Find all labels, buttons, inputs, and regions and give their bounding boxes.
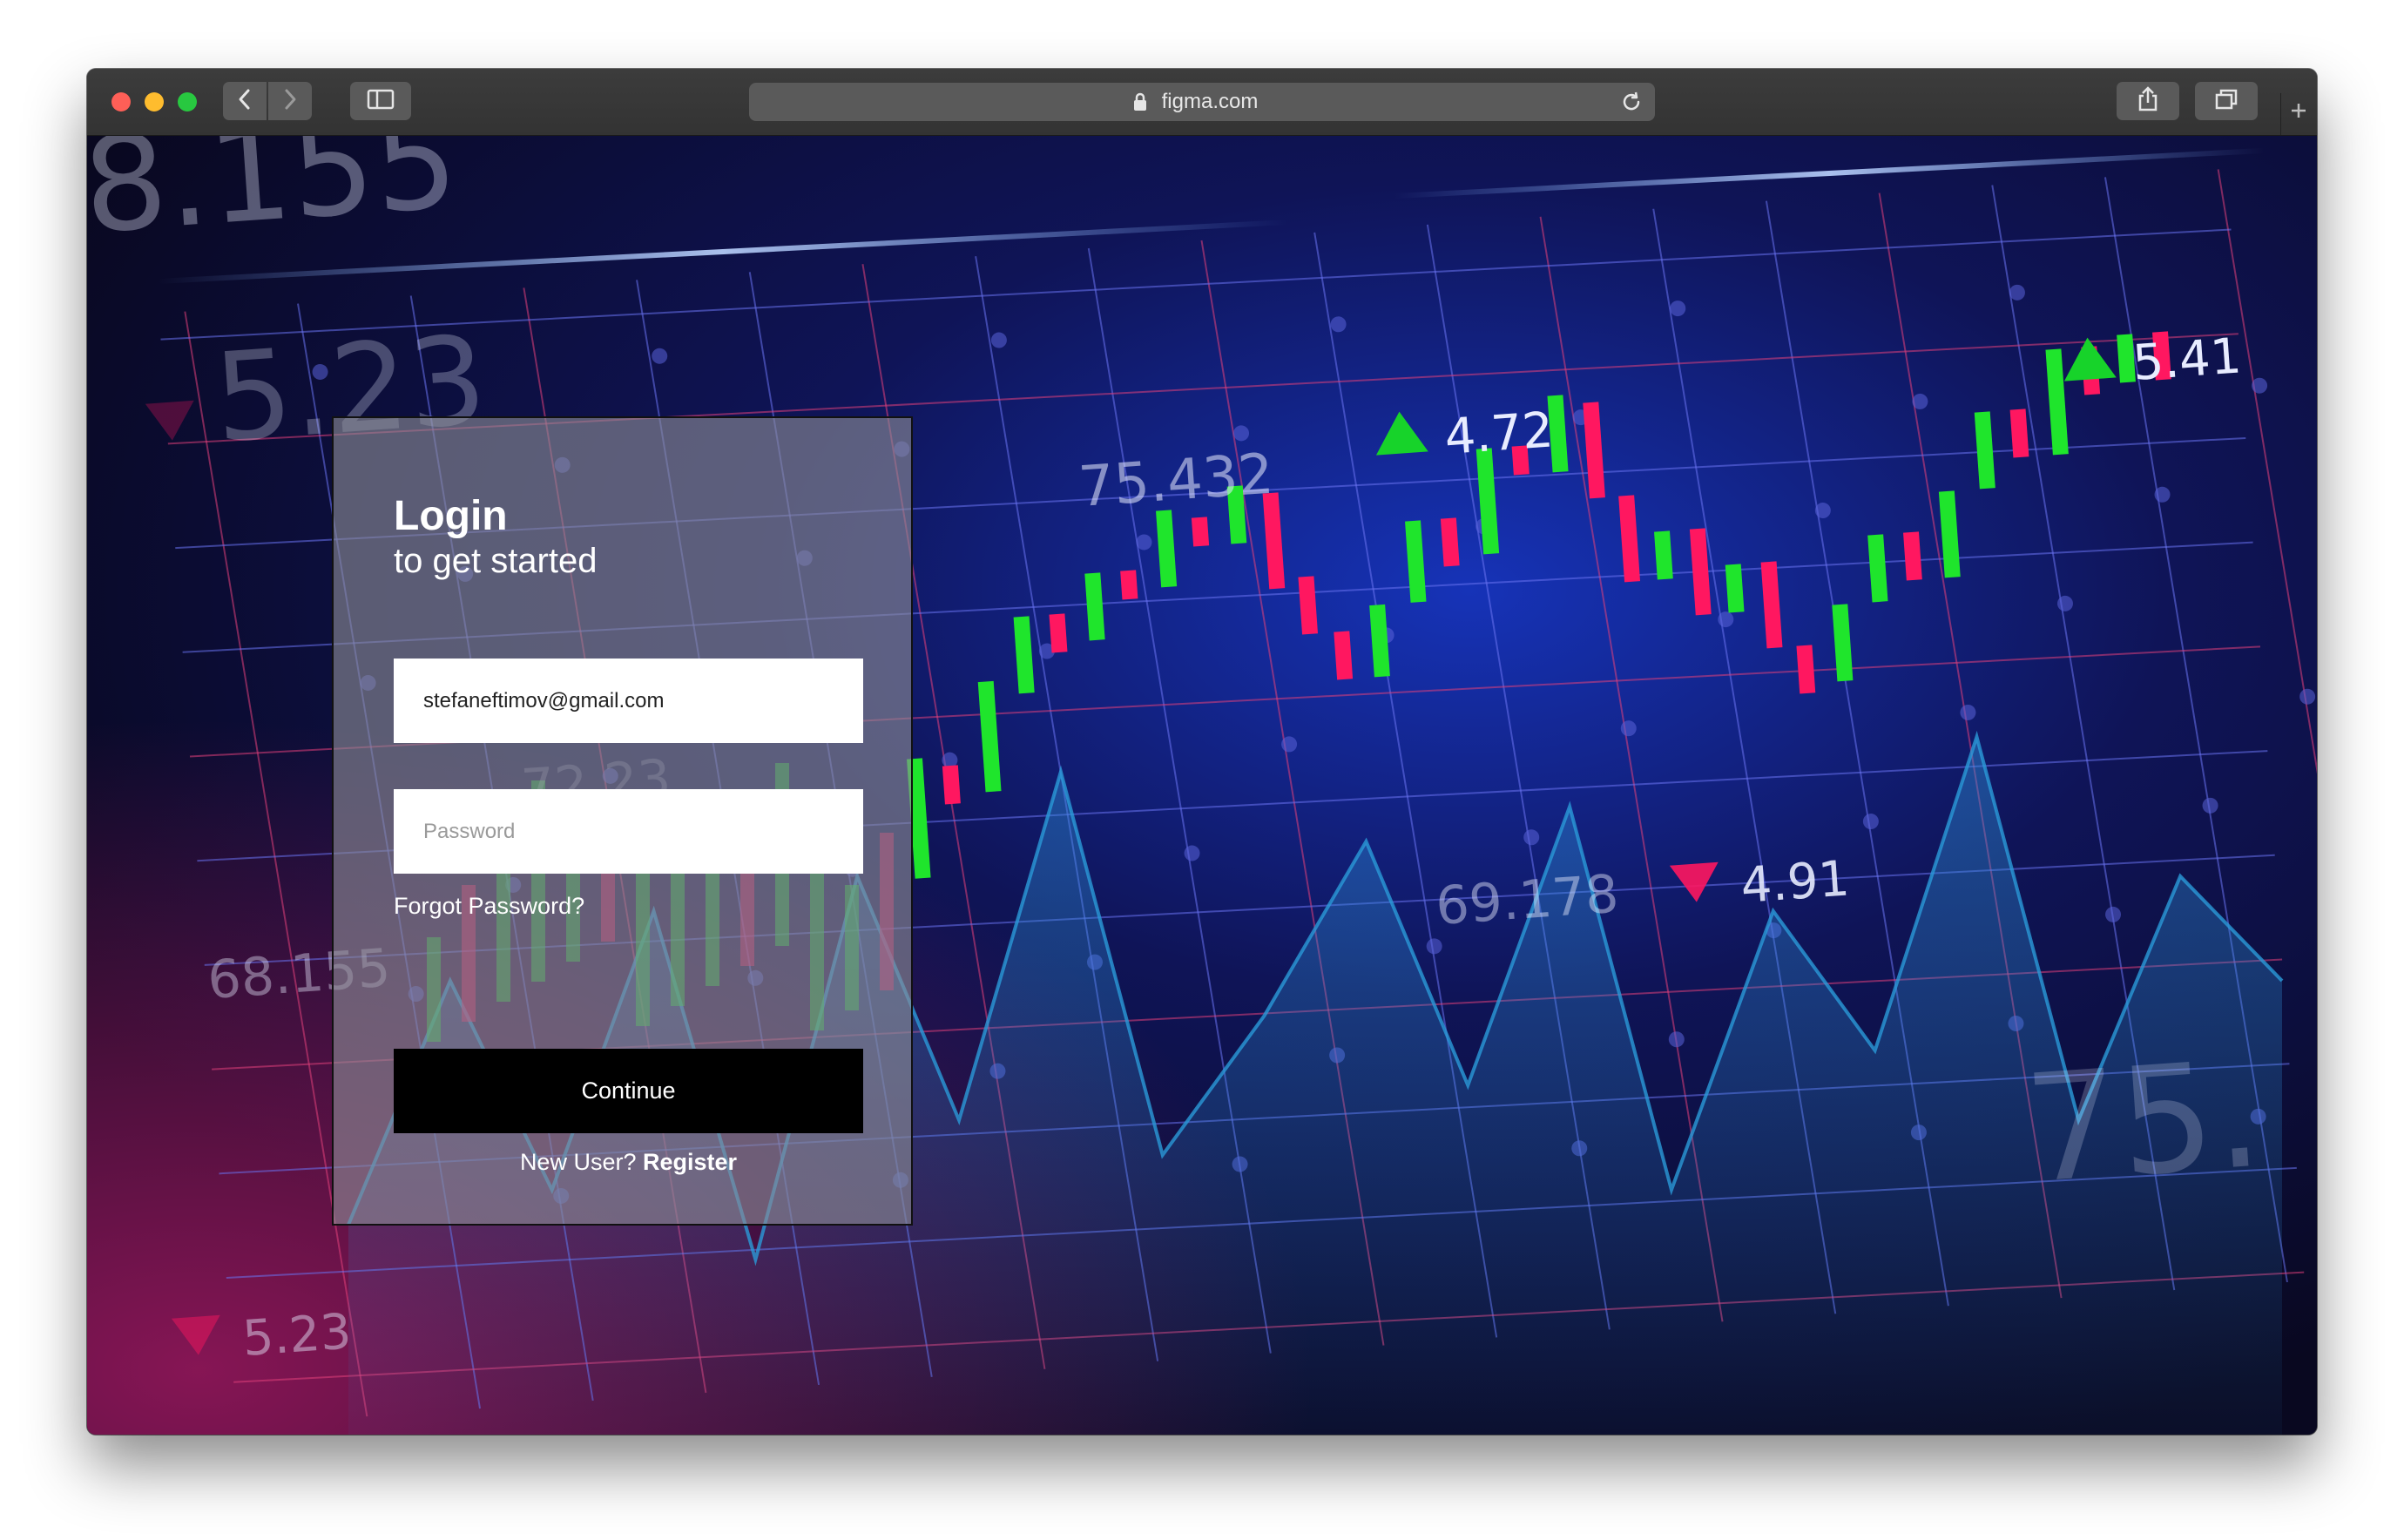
- forward-button[interactable]: [268, 82, 312, 120]
- forgot-password-link[interactable]: Forgot Password?: [394, 893, 584, 920]
- bullish-candle: [1654, 530, 1673, 580]
- browser-toolbar: figma.com: [87, 69, 2317, 136]
- fullscreen-window-button[interactable]: [178, 92, 197, 111]
- login-subtitle: to get started: [394, 542, 598, 580]
- bearish-candle: [942, 765, 961, 805]
- url-text: figma.com: [1161, 90, 1259, 113]
- bearish-candle: [1334, 631, 1354, 680]
- email-field[interactable]: [394, 659, 863, 743]
- browser-window: figma.com 5.41 4.72 75.432 69.178 4.91 6…: [87, 69, 2317, 1435]
- back-icon: [236, 88, 253, 114]
- price-label-text: 5.41: [2131, 328, 2243, 392]
- bearish-candle: [1049, 613, 1068, 653]
- tabs-icon: [2214, 88, 2239, 114]
- show-tabs-button[interactable]: [2195, 82, 2258, 120]
- login-card: Login to get started Forgot Password? Co…: [332, 416, 913, 1226]
- bearish-candle: [1120, 570, 1138, 600]
- price-label: 75.432: [1077, 442, 1276, 520]
- price-label-text: 69.178: [1434, 863, 1620, 936]
- bearish-candle: [1191, 517, 1210, 547]
- back-button[interactable]: [223, 82, 267, 120]
- minimize-window-button[interactable]: [145, 92, 164, 111]
- address-bar[interactable]: figma.com: [749, 83, 1655, 121]
- price-label-text: 4.91: [1739, 850, 1851, 915]
- new-tab-button[interactable]: [2280, 93, 2317, 135]
- bearish-candle: [1796, 645, 1816, 694]
- price-label: 75.: [2020, 1029, 2267, 1217]
- bullish-candle: [1725, 564, 1745, 613]
- share-icon: [2137, 86, 2159, 116]
- price-label: 69.178: [1434, 863, 1620, 936]
- price-label-text: 75.432: [1077, 442, 1276, 520]
- price-label-text: 75.: [2020, 1029, 2267, 1217]
- continue-button[interactable]: Continue: [394, 1049, 863, 1133]
- login-title: Login: [394, 493, 508, 539]
- new-user-row: New User? Register: [394, 1149, 863, 1176]
- sidebar-icon: [367, 89, 395, 113]
- password-field[interactable]: [394, 789, 863, 874]
- bearish-candle: [2009, 409, 2029, 458]
- price-label-text: 5.23: [240, 1303, 353, 1368]
- price-label-text: 4.72: [1442, 402, 1555, 466]
- bearish-candle: [1440, 517, 1460, 567]
- sidebar-toggle-button[interactable]: [350, 82, 411, 120]
- page-content: 5.41 4.72 75.432 69.178 4.91 68.155 5.23 8.155 5…: [87, 136, 2317, 1435]
- forward-icon: [281, 88, 299, 114]
- reload-icon[interactable]: [1620, 91, 1643, 117]
- close-window-button[interactable]: [111, 92, 131, 111]
- bearish-candle: [1903, 531, 1922, 581]
- register-link[interactable]: Register: [643, 1149, 737, 1175]
- share-button[interactable]: [2117, 82, 2179, 120]
- new-tab-icon: [2288, 100, 2309, 125]
- new-user-label: New User?: [519, 1149, 637, 1175]
